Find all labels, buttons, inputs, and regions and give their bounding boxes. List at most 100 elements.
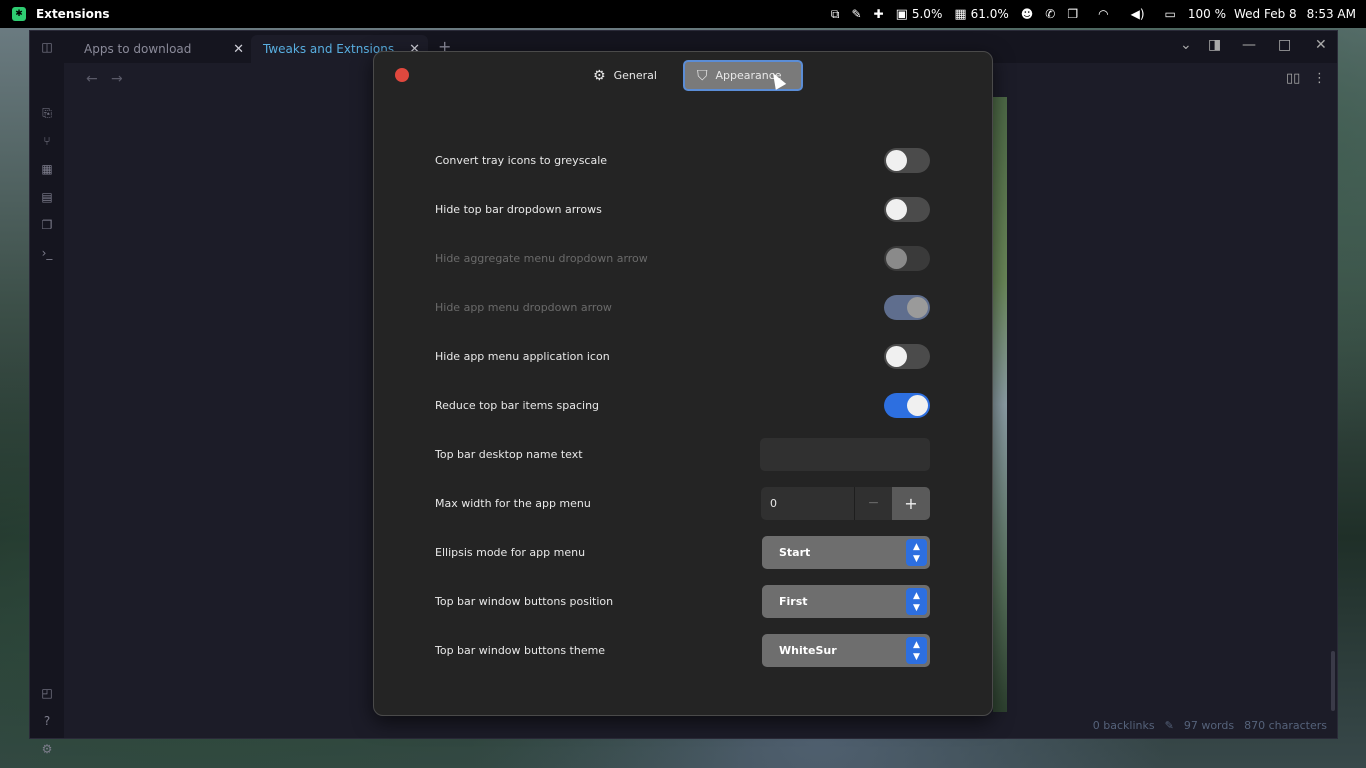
sidebar-toggle-icon[interactable]: ◫ bbox=[39, 39, 55, 55]
setting-label: Hide aggregate menu dropdown arrow bbox=[435, 251, 648, 265]
setting-row: Convert tray icons to greyscale bbox=[435, 145, 930, 175]
switch-knob bbox=[907, 297, 928, 318]
setting-row: Ellipsis mode for app menu Start ▲ ▼ bbox=[435, 536, 930, 569]
setting-label: Hide top bar dropdown arrows bbox=[435, 202, 602, 216]
select-value: WhiteSur bbox=[779, 644, 837, 657]
close-button[interactable] bbox=[395, 68, 409, 82]
max-width-spinner: 0 − + bbox=[761, 487, 930, 520]
gear-icon: ⚙ bbox=[593, 67, 606, 84]
terminal-icon[interactable]: ›_ bbox=[39, 245, 55, 261]
setting-label: Top bar desktop name text bbox=[435, 447, 583, 461]
battery-icon[interactable]: ▭ bbox=[1165, 7, 1176, 21]
setting-label: Top bar window buttons theme bbox=[435, 643, 606, 657]
word-count: 97 words bbox=[1183, 719, 1235, 732]
greyscale-tray-icons-switch[interactable] bbox=[884, 148, 930, 173]
copy-icon[interactable]: ❐ bbox=[39, 217, 55, 233]
more-options-icon[interactable]: ⋮ bbox=[1313, 71, 1326, 86]
setting-label: Reduce top bar items spacing bbox=[435, 398, 600, 412]
switch-knob bbox=[907, 395, 928, 416]
switch-knob bbox=[886, 150, 907, 171]
reduce-spacing-switch[interactable] bbox=[884, 393, 930, 418]
hide-app-menu-icon-switch[interactable] bbox=[884, 344, 930, 369]
vault-icon[interactable]: ◰ bbox=[39, 685, 55, 701]
active-app-menu[interactable]: ✱ Extensions bbox=[0, 7, 110, 21]
hide-aggregate-arrow-switch bbox=[884, 246, 930, 271]
help-icon[interactable]: ? bbox=[39, 713, 55, 729]
ellipsis-mode-select[interactable]: Start ▲ ▼ bbox=[762, 536, 930, 569]
whatsapp-icon[interactable]: ✆ bbox=[1045, 7, 1055, 21]
file-icon[interactable]: ⎘ bbox=[39, 105, 55, 121]
chevron-down-icon[interactable]: ⌄ bbox=[1180, 37, 1192, 53]
switch-knob bbox=[886, 346, 907, 367]
extensions-app-icon: ✱ bbox=[12, 7, 26, 21]
cpu-indicator[interactable]: ▣ 5.0% bbox=[896, 7, 943, 22]
wifi-icon[interactable]: ◠ bbox=[1098, 7, 1108, 21]
close-tab-icon[interactable]: ✕ bbox=[233, 42, 244, 57]
spinner-value[interactable]: 0 bbox=[761, 487, 854, 520]
calendar-icon[interactable]: ▤ bbox=[39, 189, 55, 205]
edit-icon: ✎ bbox=[1164, 719, 1174, 732]
setting-row: Max width for the app menu 0 − + bbox=[435, 487, 930, 520]
desktop-top-bar: ✱ Extensions ⧉ ✎ ✚ ▣ 5.0% ▦ 61.0% ☻ ✆ ❐ ◠ … bbox=[0, 0, 1366, 28]
setting-label: Convert tray icons to greyscale bbox=[435, 153, 608, 167]
increment-button[interactable]: + bbox=[892, 487, 930, 520]
minimize-icon[interactable]: — bbox=[1242, 37, 1256, 53]
select-value: Start bbox=[779, 546, 811, 559]
paint-bucket-icon: ⛉ bbox=[697, 67, 708, 84]
extension-icon[interactable]: ✚ bbox=[874, 7, 884, 21]
maximize-icon[interactable]: □ bbox=[1278, 37, 1291, 53]
right-sidebar-icon[interactable]: ◨ bbox=[1208, 37, 1221, 53]
setting-row: Hide aggregate menu dropdown arrow bbox=[435, 243, 930, 273]
active-app-name: Extensions bbox=[36, 7, 110, 21]
clock-time[interactable]: 8:53 AM bbox=[1307, 7, 1356, 21]
system-tray: ⧉ ✎ ✚ ▣ 5.0% ▦ 61.0% ☻ ✆ ❐ ◠ ◀) ▭ 100 % We… bbox=[819, 0, 1356, 28]
clock-date[interactable]: Wed Feb 8 bbox=[1234, 7, 1297, 21]
tab-apps-to-download[interactable]: Apps to download ✕ bbox=[72, 35, 252, 63]
left-ribbon: ⎘ ⑂ ▦ ▤ ❐ ›_ ◰ ? ⚙ bbox=[30, 63, 64, 756]
updown-arrow-icon: ▲ ▼ bbox=[906, 539, 927, 566]
gear-icon[interactable]: ⚙ bbox=[39, 741, 55, 757]
hide-app-menu-arrow-switch bbox=[884, 295, 930, 320]
copy-icon[interactable]: ❐ bbox=[1067, 7, 1078, 21]
updown-arrow-icon: ▲ ▼ bbox=[906, 637, 927, 664]
memory-indicator[interactable]: ▦ 61.0% bbox=[954, 7, 1008, 22]
color-picker-icon[interactable]: ✎ bbox=[851, 7, 861, 21]
setting-row: Reduce top bar items spacing bbox=[435, 390, 930, 420]
canvas-icon[interactable]: ▦ bbox=[39, 161, 55, 177]
setting-label: Top bar window buttons position bbox=[435, 594, 614, 608]
setting-row: Hide app menu application icon bbox=[435, 341, 930, 371]
extension-preferences-dialog: ⚙ General ⛉ Appearance Convert tray icon… bbox=[373, 51, 993, 716]
window-switch-icon[interactable]: ⧉ bbox=[831, 7, 840, 22]
reading-view-icon[interactable]: ▯▯ bbox=[1286, 71, 1300, 86]
volume-icon[interactable]: ◀) bbox=[1131, 7, 1145, 21]
setting-row: Top bar desktop name text bbox=[435, 438, 930, 471]
setting-label: Max width for the app menu bbox=[435, 496, 591, 510]
hide-dropdown-arrows-switch[interactable] bbox=[884, 197, 930, 222]
tab-appearance[interactable]: ⛉ Appearance bbox=[683, 60, 803, 91]
forward-arrow-icon[interactable]: → bbox=[111, 71, 123, 87]
cpu-icon: ▣ bbox=[895, 6, 908, 22]
graph-icon[interactable]: ⑂ bbox=[39, 133, 55, 149]
close-window-icon[interactable]: ✕ bbox=[1315, 37, 1327, 53]
scrollbar[interactable] bbox=[1331, 651, 1335, 711]
setting-label: Hide app menu dropdown arrow bbox=[435, 300, 612, 314]
setting-row: Top bar window buttons position First ▲ ▼ bbox=[435, 585, 930, 618]
switch-knob bbox=[886, 248, 907, 269]
switch-knob bbox=[886, 199, 907, 220]
window-buttons-position-select[interactable]: First ▲ ▼ bbox=[762, 585, 930, 618]
battery-percent: 100 % bbox=[1187, 7, 1226, 21]
setting-row: Top bar window buttons theme WhiteSur ▲ ▼ bbox=[435, 634, 930, 667]
desktop-name-input[interactable] bbox=[760, 438, 930, 471]
setting-row: Hide top bar dropdown arrows bbox=[435, 194, 930, 224]
char-count: 870 characters bbox=[1244, 719, 1327, 732]
face-icon[interactable]: ☻ bbox=[1021, 7, 1034, 21]
back-arrow-icon[interactable]: ← bbox=[86, 71, 98, 87]
setting-row: Hide app menu dropdown arrow bbox=[435, 292, 930, 322]
window-buttons-theme-select[interactable]: WhiteSur ▲ ▼ bbox=[762, 634, 930, 667]
updown-arrow-icon: ▲ ▼ bbox=[906, 588, 927, 615]
decrement-button[interactable]: − bbox=[854, 487, 892, 520]
backlinks-count[interactable]: 0 backlinks bbox=[1093, 719, 1155, 732]
setting-label: Hide app menu application icon bbox=[435, 349, 610, 363]
memory-icon: ▦ bbox=[954, 6, 967, 22]
tab-general[interactable]: ⚙ General bbox=[581, 60, 669, 91]
